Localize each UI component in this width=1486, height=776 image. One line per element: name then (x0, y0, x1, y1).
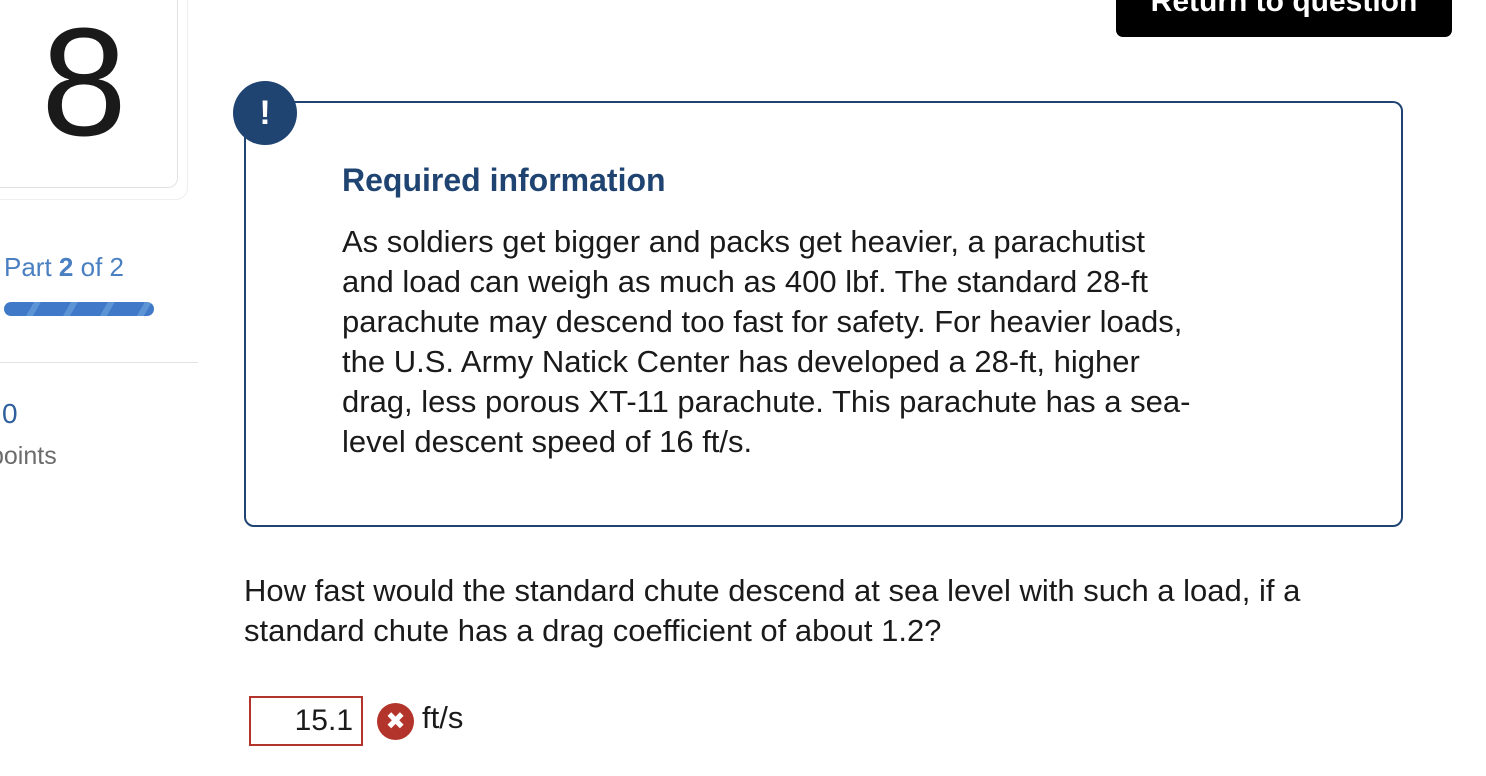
part-indicator: Part 2 of 2 (4, 252, 124, 283)
part-total: of 2 (80, 252, 124, 282)
return-to-question-button[interactable]: Return to question (1116, 0, 1452, 37)
sidebar-divider (0, 362, 198, 363)
part-current: 2 (58, 252, 74, 282)
points-label: points (0, 442, 57, 470)
answer-unit: ft/s (422, 700, 464, 735)
answer-input[interactable] (249, 696, 363, 746)
question-line: standard chute has a drag coefficient of… (244, 613, 942, 648)
question-line: How fast would the standard chute descen… (244, 573, 1301, 608)
question-number: 8 (41, 0, 127, 168)
question-page: 8 Part 2 of 2 0 points Return to questio… (0, 0, 1486, 776)
required-information-body: As soldiers get bigger and packs get hea… (342, 222, 1322, 462)
info-line: parachute may descend too fast for safet… (342, 304, 1183, 339)
alert-icon: ! (233, 81, 297, 145)
required-information-title: Required information (342, 162, 666, 198)
part-progress-bar (4, 302, 154, 316)
question-text: How fast would the standard chute descen… (244, 571, 1474, 651)
info-line: the U.S. Army Natick Center has develope… (342, 344, 1140, 379)
info-line: level descent speed of 16 ft/s. (342, 424, 753, 459)
points-value: 0 (2, 398, 18, 429)
info-line: and load can weigh as much as 400 lbf. T… (342, 264, 1148, 299)
incorrect-icon: ✖ (377, 703, 414, 740)
part-prefix: Part (4, 252, 52, 282)
info-line: As soldiers get bigger and packs get hea… (342, 224, 1146, 259)
info-line: drag, less porous XT-11 parachute. This … (342, 384, 1191, 419)
